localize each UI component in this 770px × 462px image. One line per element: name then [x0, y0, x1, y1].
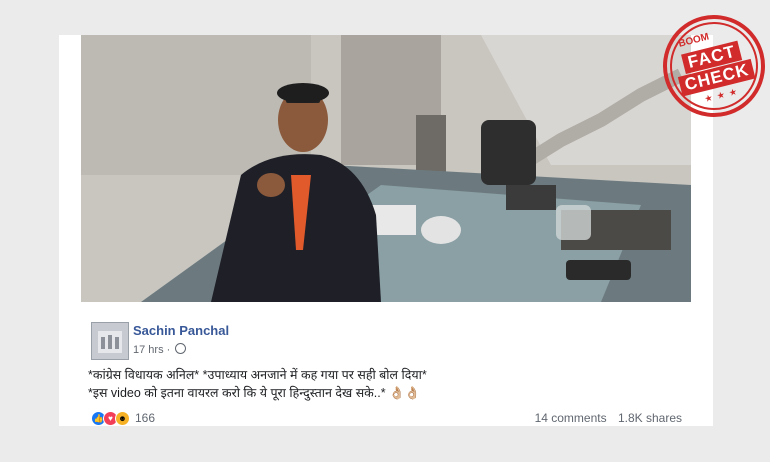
post-text-line-2-text: *इस video को इतना वायरल करो कि ये पूरा ह… — [88, 386, 386, 400]
reactions-count: 166 — [135, 411, 156, 425]
avatar[interactable] — [91, 322, 129, 360]
reactions-summary[interactable]: 👍 ♥ ☻ 166 — [91, 410, 156, 426]
video-frame — [81, 35, 691, 302]
shares-count[interactable]: 1.8K shares — [618, 411, 682, 425]
haha-reaction-icon: ☻ — [115, 410, 130, 426]
post-text-line-1: *कांग्रेस विधायक अनिल* *उपाध्याय अनजाने … — [88, 368, 427, 382]
post-text-line-2: *इस video को इतना वायरल करो कि ये पूरा ह… — [88, 384, 420, 401]
avatar-image — [92, 323, 128, 359]
time-separator: · — [166, 344, 171, 356]
comments-count[interactable]: 14 comments — [535, 411, 607, 425]
post-stats: 14 comments 1.8K shares — [527, 411, 682, 425]
ok-hand-emoji: 👌🏼👌🏼 — [389, 386, 421, 400]
video-thumbnail[interactable] — [81, 35, 691, 302]
poster-name[interactable]: Sachin Panchal — [133, 323, 229, 338]
globe-icon — [175, 343, 187, 354]
post-time[interactable]: 17 hrs — [133, 344, 164, 356]
post-meta: 17 hrs · — [133, 343, 187, 356]
